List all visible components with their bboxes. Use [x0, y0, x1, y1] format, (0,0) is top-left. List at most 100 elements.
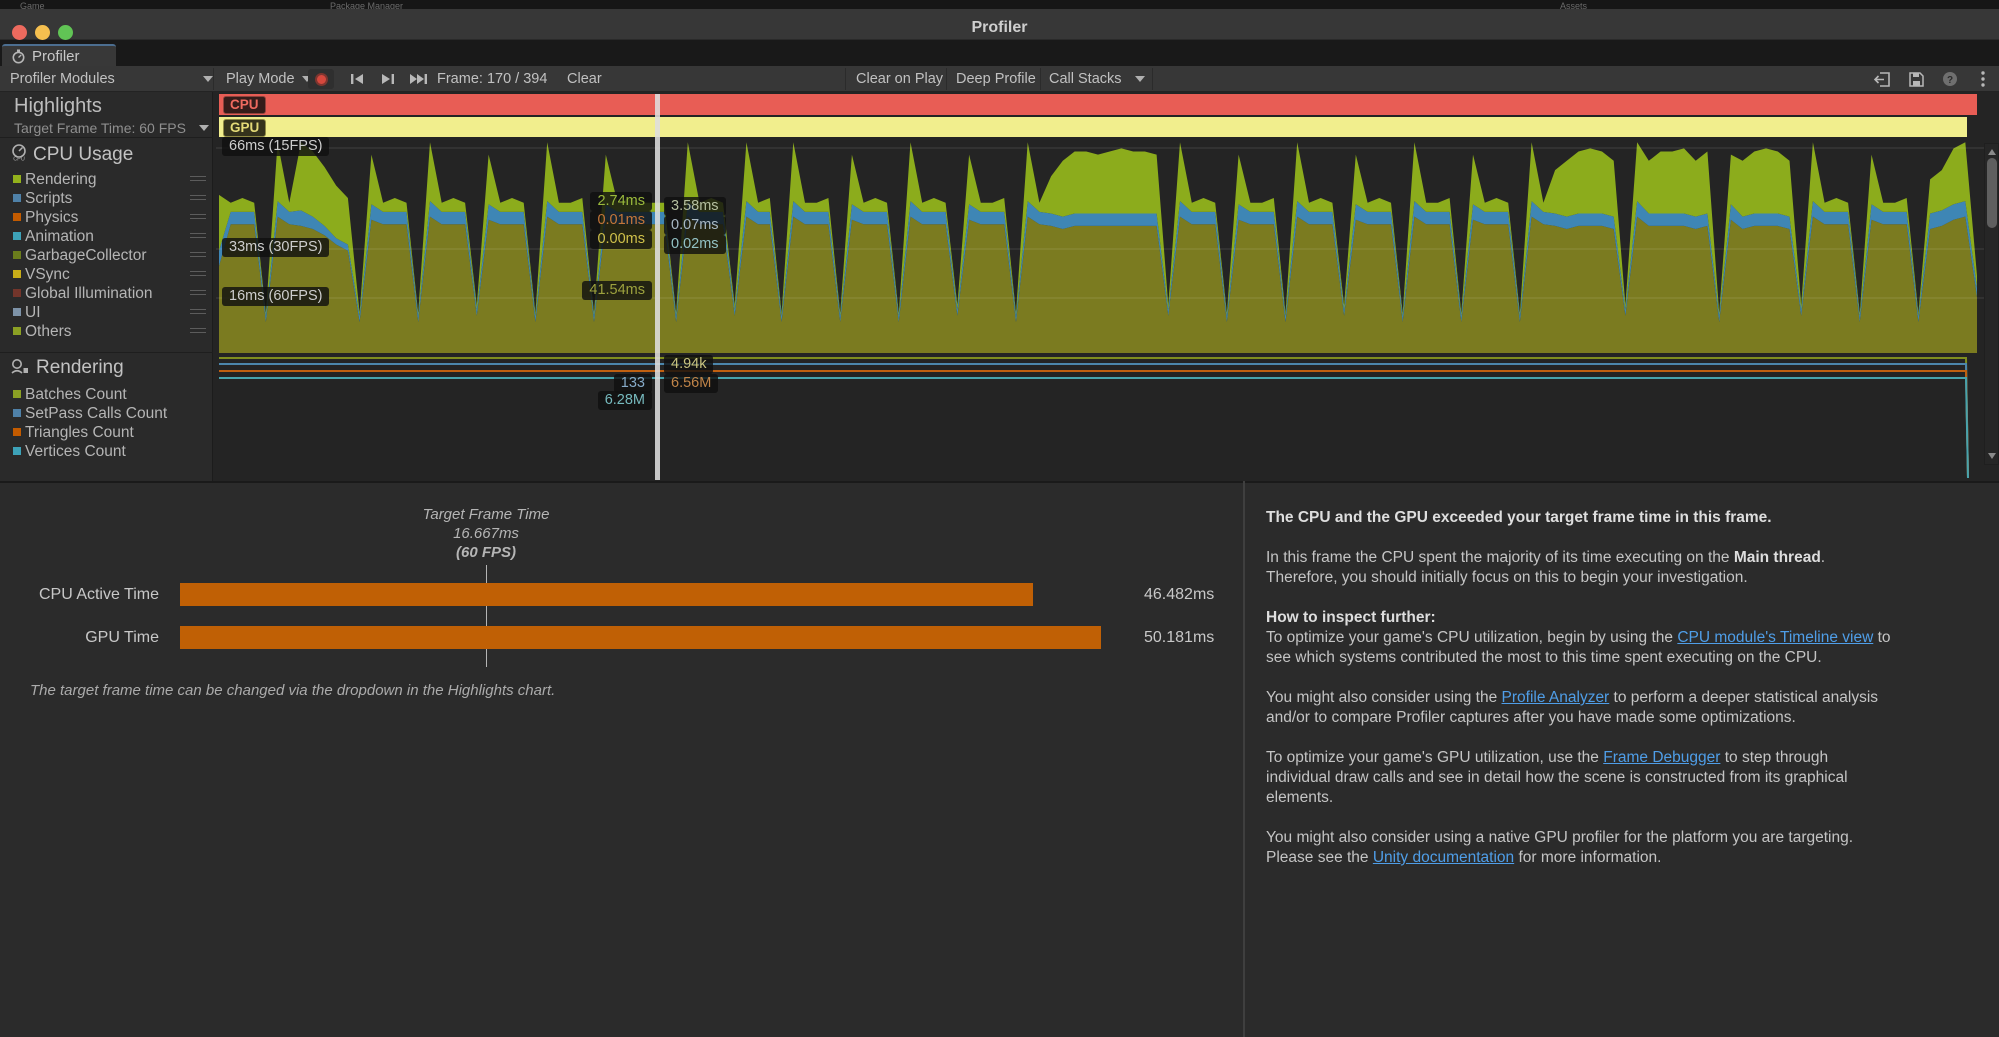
gridline-label: 33ms (30FPS) [222, 238, 329, 257]
legend-color-swatch [13, 447, 21, 455]
advice-link[interactable]: CPU module's Timeline view [1677, 629, 1873, 646]
legend-label: Global Illumination [25, 285, 153, 303]
legend-label: Animation [25, 228, 94, 246]
scrollbar-thumb[interactable] [1987, 158, 1997, 228]
drag-handle-icon[interactable] [190, 214, 206, 222]
legend-label: Physics [25, 209, 78, 227]
load-profile-icon[interactable] [1869, 70, 1895, 88]
advice-text: to perform a deeper statistical analysis [1609, 689, 1878, 706]
cpu-legend-item-others[interactable]: Others [0, 322, 213, 341]
legend-label: VSync [25, 266, 70, 284]
legend-label: GarbageCollector [25, 247, 146, 265]
selected-frame-value: 133 [614, 374, 652, 393]
clear-button[interactable]: Clear [567, 71, 602, 87]
gridline-label: 66ms (15FPS) [222, 137, 329, 156]
cpu-legend-item-animation[interactable]: Animation [0, 227, 213, 246]
gpu-highlight-bar[interactable]: GPU [219, 117, 1967, 137]
profiler-window: Game Package Manager Assets Profiler Pro… [0, 0, 1999, 1037]
selected-frame-value: 3.58ms [664, 197, 726, 216]
cpu-legend-item-garbagecollector[interactable]: GarbageCollector [0, 246, 213, 265]
help-icon[interactable]: ? [1937, 70, 1963, 88]
cpu-legend-item-rendering[interactable]: Rendering [0, 170, 213, 189]
advice-text: individual draw calls and see in detail … [1266, 769, 1848, 786]
drag-handle-icon[interactable] [190, 233, 206, 241]
drag-handle-icon[interactable] [190, 290, 206, 298]
cpu-legend-item-vsync[interactable]: VSync [0, 265, 213, 284]
rendering-counts-chart[interactable] [213, 355, 1999, 481]
advice-text: To optimize your game's CPU utilization,… [1266, 629, 1677, 646]
tab-profiler[interactable]: Profiler [2, 44, 116, 66]
selected-frame-playhead[interactable] [655, 94, 660, 480]
drag-handle-icon[interactable] [190, 252, 206, 260]
legend-color-swatch [13, 270, 21, 278]
advice-text: To optimize your game's GPU utilization,… [1266, 749, 1603, 766]
save-profile-icon[interactable] [1903, 70, 1929, 88]
profiler-modules-dropdown[interactable]: Profiler Modules [10, 71, 115, 87]
call-stacks-caret[interactable] [1128, 71, 1145, 87]
cpu-active-time-value: 46.482ms [1144, 586, 1214, 604]
cpu-legend-item-scripts[interactable]: Scripts [0, 189, 213, 208]
rendering-legend-item-setpass-calls-count[interactable]: SetPass Calls Count [0, 404, 213, 423]
selected-frame-value: 0.02ms [664, 235, 726, 254]
gpu-time-label: GPU Time [0, 629, 159, 647]
play-mode-dropdown[interactable]: Play Mode [226, 71, 312, 87]
clear-on-play-toggle[interactable]: Clear on Play [856, 71, 943, 87]
cpu-legend-item-global-illumination[interactable]: Global Illumination [0, 284, 213, 303]
background-window-strip: Game Package Manager Assets [0, 0, 1999, 9]
advice-panel: The CPU and the GPU exceeded your target… [1266, 508, 1978, 888]
advice-paragraph: The CPU and the GPU exceeded your target… [1266, 508, 1978, 528]
legend-label: Others [25, 323, 72, 341]
target-frame-time-dropdown[interactable]: Target Frame Time: 60 FPS [14, 120, 186, 136]
drag-handle-icon[interactable] [190, 271, 206, 279]
call-stacks-dropdown[interactable]: Call Stacks [1049, 71, 1122, 87]
drag-handle-icon[interactable] [190, 309, 206, 317]
kebab-menu-icon[interactable] [1970, 70, 1996, 88]
cpu-highlight-bar[interactable]: CPU [219, 94, 1977, 115]
legend-label: Vertices Count [25, 443, 126, 461]
target-frame-time-fps: (60 FPS) [286, 543, 686, 562]
legend-label: Triangles Count [25, 424, 134, 442]
advice-link[interactable]: Frame Debugger [1603, 749, 1720, 766]
legend-label: UI [25, 304, 41, 322]
rendering-legend-item-vertices-count[interactable]: Vertices Count [0, 442, 213, 461]
panel-divider[interactable] [1243, 481, 1245, 1037]
rendering-legend-item-triangles-count[interactable]: Triangles Count [0, 423, 213, 442]
tab-label: Profiler [32, 48, 80, 65]
background-fragment: Game [20, 1, 45, 9]
scroll-down-icon[interactable] [1988, 453, 1996, 459]
cpu-legend-item-ui[interactable]: UI [0, 303, 213, 322]
advice-text: and/or to compare Profiler captures afte… [1266, 709, 1796, 726]
selected-frame-value: 0.00ms [590, 230, 652, 249]
chart-scrollbar[interactable] [1984, 143, 1999, 465]
scroll-up-icon[interactable] [1988, 149, 1996, 155]
record-button[interactable] [308, 69, 334, 89]
current-frame-button[interactable] [405, 70, 431, 88]
legend-color-swatch [13, 390, 21, 398]
previous-frame-button[interactable] [344, 70, 370, 88]
target-frame-time-title: Target Frame Time [286, 505, 686, 524]
rendering-legend-item-batches-count[interactable]: Batches Count [0, 385, 213, 404]
cpu-usage-chart[interactable] [213, 137, 1999, 354]
cpu-legend-item-physics[interactable]: Physics [0, 208, 213, 227]
advice-text: Therefore, you should initially focus on… [1266, 569, 1748, 586]
rendering-camera-icon [10, 358, 29, 375]
profiler-modules-caret[interactable] [196, 71, 213, 87]
target-frame-time-caret[interactable] [199, 125, 209, 131]
cpu-active-time-bar [180, 583, 1033, 606]
legend-color-swatch [13, 409, 21, 417]
drag-handle-icon[interactable] [190, 328, 206, 336]
legend-color-swatch [13, 289, 21, 297]
advice-text: . [1821, 549, 1825, 566]
next-frame-button[interactable] [375, 70, 401, 88]
legend-color-swatch [13, 308, 21, 316]
drag-handle-icon[interactable] [190, 195, 206, 203]
advice-link[interactable]: Profile Analyzer [1502, 689, 1610, 706]
background-fragment: Package Manager [330, 1, 403, 9]
deep-profile-toggle[interactable]: Deep Profile [956, 71, 1036, 87]
advice-paragraph: To optimize your game's GPU utilization,… [1266, 748, 1978, 808]
drag-handle-icon[interactable] [190, 176, 206, 184]
record-icon [315, 73, 328, 86]
toolbar: Profiler Modules Play Mode Frame: 170 / … [0, 66, 1999, 92]
advice-text: You might also consider using the [1266, 689, 1502, 706]
advice-link[interactable]: Unity documentation [1373, 849, 1514, 866]
